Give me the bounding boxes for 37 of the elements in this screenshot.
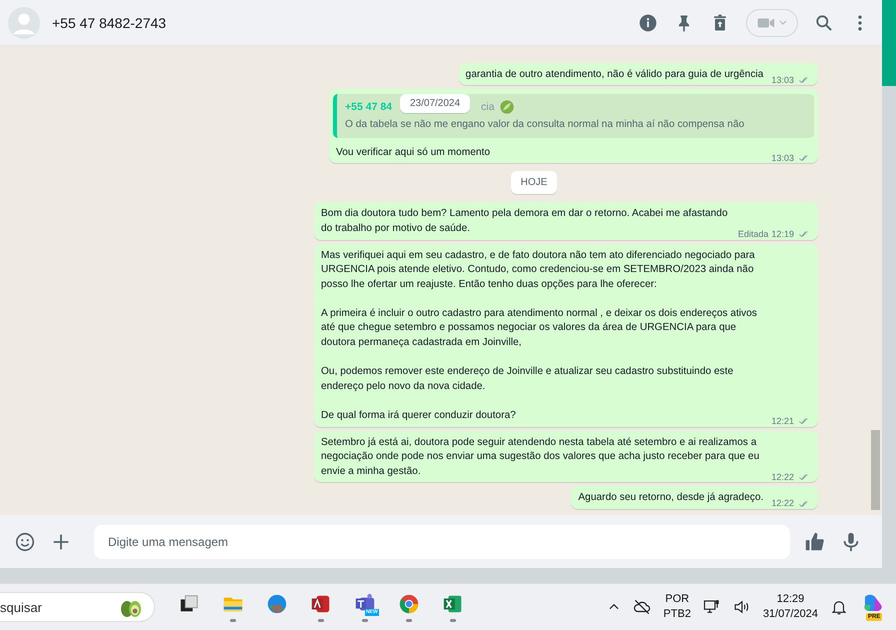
emoji-icon[interactable]: [14, 530, 36, 552]
message-text: Setembro já está ai, doutora pode seguir atendendo nesta tabela até setembro e ai realizamos a negociação onde pode nos enviar uma sugestão dos valores que acha justo receber para que eu envie a minha gestão.: [321, 436, 760, 479]
leaf-icon: [499, 99, 516, 116]
message-input[interactable]: Digite uma mensagem: [94, 524, 790, 558]
edited-label: Editada: [738, 228, 768, 241]
speaker-icon[interactable]: [732, 598, 751, 616]
search-icon[interactable]: [814, 12, 834, 32]
message-text: Aguardo seu retorno, desde já agradeço.: [578, 491, 764, 506]
browser-icon[interactable]: [266, 592, 288, 614]
task-view-icon[interactable]: [178, 592, 200, 614]
message-time: 13:03: [771, 74, 794, 87]
cloud-offline-icon[interactable]: [633, 598, 652, 616]
clock[interactable]: 12:29 31/07/2024: [762, 592, 818, 622]
thumbs-up-icon[interactable]: [804, 530, 826, 552]
date-chip: 23/07/2024: [400, 94, 470, 113]
quote-author: +55 47 84: [345, 100, 392, 114]
language-indicator[interactable]: POR PTB2: [663, 592, 691, 622]
message-time: 12:22: [771, 470, 794, 484]
taskbar-search-field[interactable]: squisar: [0, 592, 155, 622]
info-icon[interactable]: [638, 12, 658, 32]
message-text: Vou verificar aqui só um momento: [336, 146, 492, 160]
message-time: 12:19: [771, 228, 794, 241]
message-text: Bom dia doutora tudo bem? Lamento pela demora em dar o retorno. Acabei me afastando do trabalho por motivo de saúde.: [321, 207, 729, 236]
quote-author-note: cia: [481, 100, 494, 114]
caret-icon: [779, 18, 787, 26]
bell-icon[interactable]: [830, 598, 848, 616]
message-time: 12:22: [771, 497, 794, 510]
quote-text: O da tabela se não me engano valor da consulta normal na minha aí não compensa não: [345, 118, 746, 132]
contact-name[interactable]: +55 47 8482-2743: [52, 14, 626, 30]
message-text: garantia de outro atendimento, não é válido para guia de urgência: [466, 68, 764, 82]
video-camera-icon: [757, 16, 775, 30]
chrome-icon[interactable]: [398, 592, 420, 614]
message-time: 12:21: [771, 415, 794, 428]
message-text: Mas verifiquei aqui em seu cadastro, e de fato doutora não tem ato diferenciado negociado para URGENCIA pois atende eletivo. Contudo, como credenciou-se em SETEMBRO/2023 ainda não posso lhe ofertar um reajuste. Então tenho duas opções para lhe oferecer: A primeira é incluir o outro cadastro para atendimento normal , e deixar os dois endereços ativos até que chegue setembro e possamos negociar os valores da área de URGENCIA para que doutora permaneça cadastrada em Joinville, Ou, podemos remover este endereço de Joinville e atualizar seu cadastro substituindo este endereço pelo novo da nova cidade. De qual forma irá querer conduzir doutora?: [321, 248, 758, 424]
network-icon[interactable]: [702, 598, 721, 616]
date-chip: HOJE: [510, 171, 558, 194]
message-time: 13:03: [771, 152, 794, 165]
